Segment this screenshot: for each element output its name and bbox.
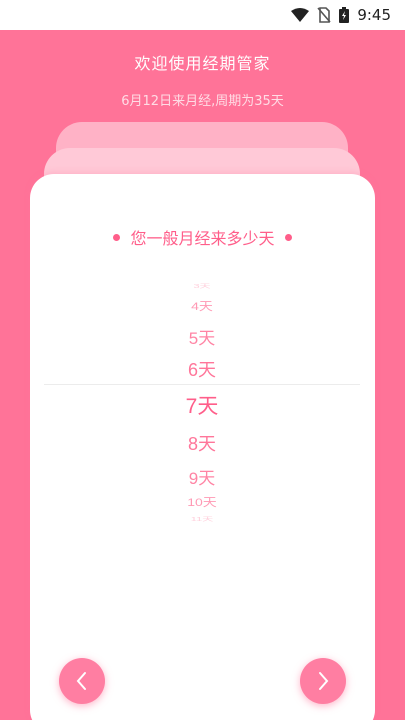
page-title: 欢迎使用经期管家	[134, 54, 271, 73]
question-heading: 您一般月经来多少天	[0, 225, 405, 249]
picker-item[interactable]: 3天	[44, 282, 360, 290]
dot-right	[284, 233, 292, 241]
days-picker[interactable]: 3天 4天 5天 6天 7天 8天 9天 10天 11天	[44, 280, 360, 525]
picker-item-selected[interactable]: 7天	[44, 390, 360, 420]
picker-item[interactable]: 6天	[44, 356, 360, 382]
status-bar: 9:45	[0, 0, 405, 30]
chevron-right-icon	[316, 671, 330, 691]
picker-item[interactable]: 9天	[44, 464, 360, 489]
picker-item[interactable]: 4天	[44, 298, 360, 314]
picker-item[interactable]: 5天	[44, 324, 360, 349]
chevron-left-icon	[75, 671, 89, 691]
picker-item[interactable]: 11天	[44, 515, 360, 523]
battery-charging-icon	[339, 7, 350, 23]
status-time: 9:45	[357, 6, 391, 24]
no-sim-icon	[317, 7, 331, 23]
wifi-icon	[291, 8, 310, 22]
picker-divider	[44, 384, 360, 385]
picker-item[interactable]: 8天	[44, 430, 360, 456]
dot-left	[113, 233, 121, 241]
cycle-summary: 6月12日来月经,周期为35天	[121, 94, 284, 109]
previous-button[interactable]	[59, 658, 105, 704]
picker-item[interactable]: 10天	[44, 494, 360, 510]
question-text: 您一般月经来多少天	[130, 229, 275, 248]
next-button[interactable]	[300, 658, 346, 704]
